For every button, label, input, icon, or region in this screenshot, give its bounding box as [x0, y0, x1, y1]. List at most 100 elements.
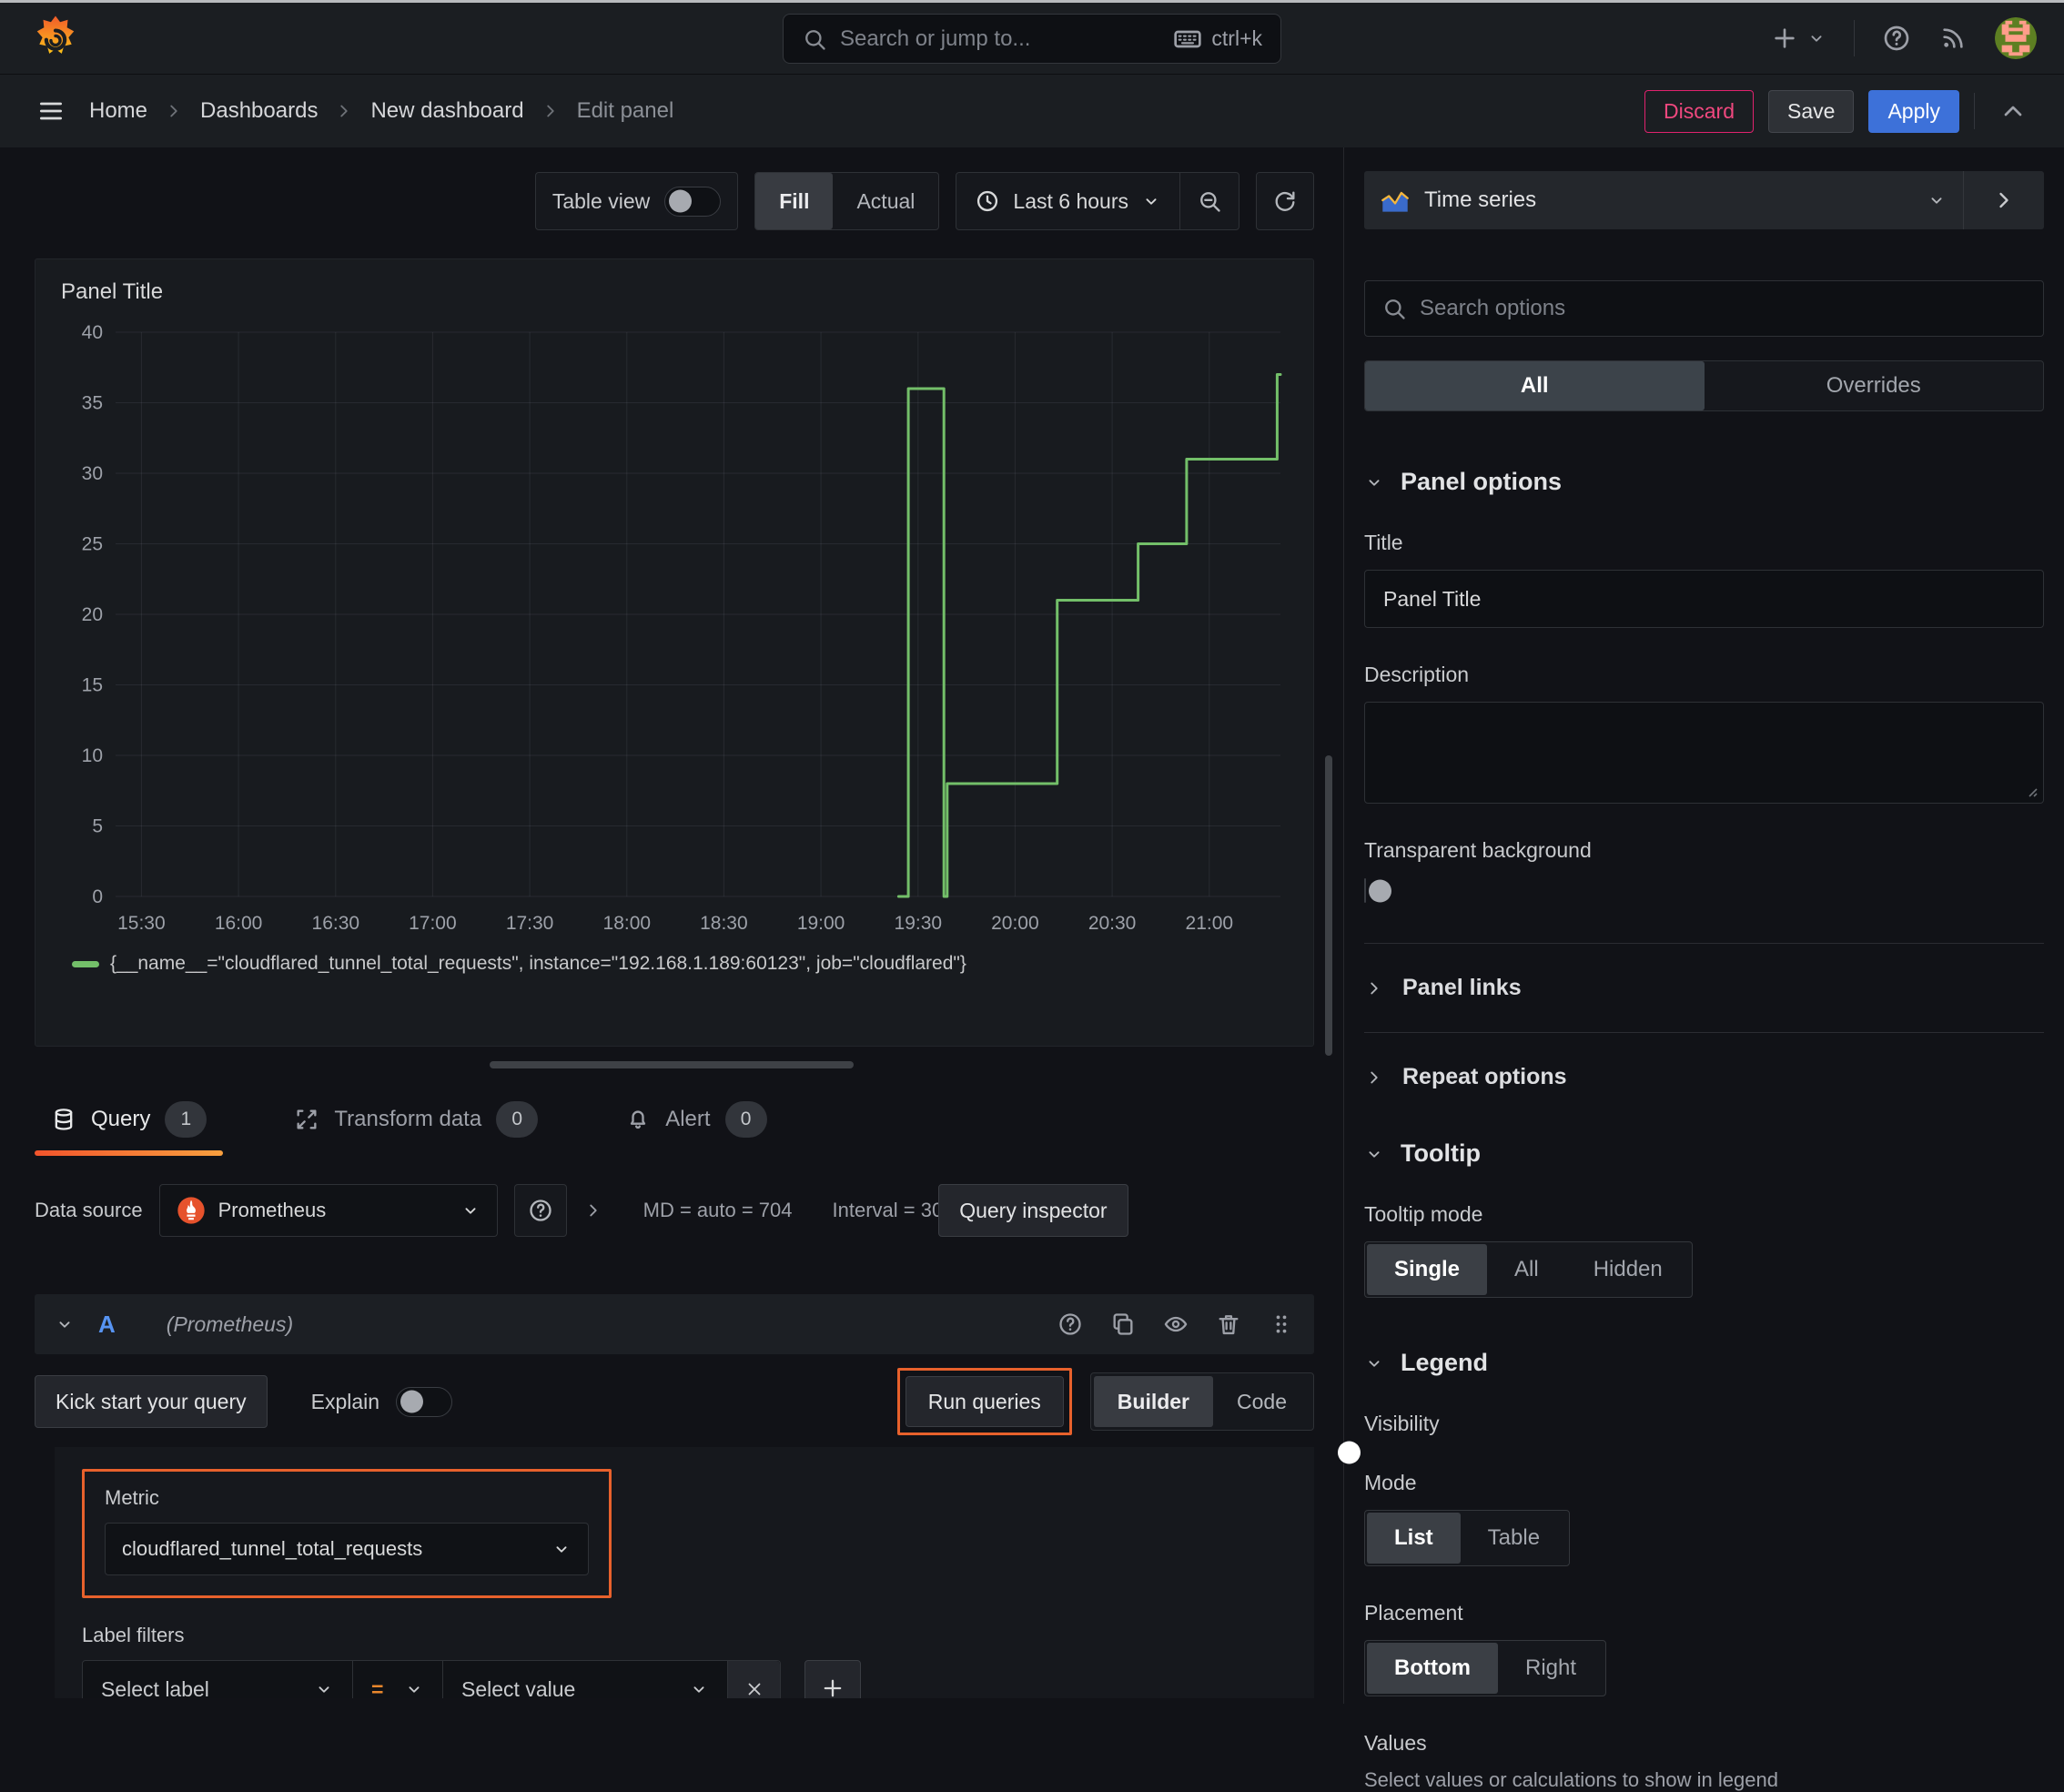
- query-header-row[interactable]: A (Prometheus): [35, 1294, 1314, 1354]
- operator-dropdown[interactable]: =: [353, 1661, 442, 1698]
- chevron-down-icon: [693, 1686, 704, 1693]
- interval-value: Interval = 30s: [832, 1199, 954, 1221]
- options-tabs: All Overrides: [1364, 360, 2044, 411]
- viz-type-select[interactable]: Time series: [1364, 171, 1963, 229]
- legend-series-name[interactable]: {__name__="cloudflared_tunnel_total_requ…: [110, 953, 966, 975]
- svg-text:0: 0: [92, 886, 103, 907]
- grafana-logo-icon[interactable]: [31, 14, 80, 63]
- code-option[interactable]: Code: [1213, 1376, 1310, 1427]
- apply-button[interactable]: Apply: [1868, 89, 1959, 133]
- chevron-right-icon[interactable]: [583, 1200, 603, 1220]
- legend-placement-bottom[interactable]: Bottom: [1367, 1643, 1498, 1694]
- svg-text:19:30: 19:30: [895, 913, 943, 934]
- delete-query-trash-icon[interactable]: [1216, 1311, 1241, 1337]
- chevron-down-icon[interactable]: [55, 1314, 75, 1334]
- svg-text:35: 35: [82, 393, 103, 414]
- options-search-input[interactable]: [1420, 296, 2027, 321]
- builder-code-segmented: Builder Code: [1089, 1372, 1314, 1431]
- description-textarea[interactable]: [1364, 702, 2044, 804]
- menu-toggle-button[interactable]: [36, 96, 66, 126]
- table-view-toggle[interactable]: [664, 186, 722, 217]
- repeat-options-section[interactable]: Repeat options: [1364, 1064, 2044, 1090]
- legend-mode-list[interactable]: List: [1367, 1513, 1461, 1564]
- save-button[interactable]: Save: [1768, 89, 1855, 133]
- global-search-input[interactable]: [840, 25, 1174, 52]
- options-search[interactable]: [1364, 280, 2044, 337]
- new-dropdown[interactable]: [1770, 24, 1826, 53]
- explain-control: Explain: [311, 1386, 453, 1417]
- drag-handle-icon[interactable]: [1269, 1311, 1294, 1337]
- chevron-down-icon: [1146, 198, 1157, 205]
- operator-value: =: [371, 1676, 384, 1699]
- zoom-out-button[interactable]: [1180, 173, 1239, 229]
- duplicate-icon[interactable]: [1110, 1311, 1136, 1337]
- breadcrumb-new-dashboard[interactable]: New dashboard: [370, 98, 523, 124]
- legend-mode-label: Mode: [1364, 1471, 1417, 1494]
- query-header-actions: [1057, 1311, 1294, 1337]
- breadcrumb-home[interactable]: Home: [89, 98, 147, 124]
- panel-title-input[interactable]: [1364, 570, 2044, 628]
- avatar[interactable]: [1995, 17, 2037, 59]
- time-range-picker[interactable]: Last 6 hours: [956, 173, 1179, 229]
- tab-transform-data[interactable]: Transform data 0: [278, 1083, 554, 1156]
- tooltip-section-header[interactable]: Tooltip: [1364, 1139, 2044, 1168]
- query-inspector-button[interactable]: Query inspector: [938, 1184, 1128, 1237]
- vertical-scrollbar[interactable]: [1325, 755, 1332, 1056]
- actual-option[interactable]: Actual: [833, 173, 938, 229]
- kick-start-query-button[interactable]: Kick start your query: [35, 1375, 268, 1428]
- tab-query[interactable]: Query 1: [35, 1083, 224, 1156]
- select-label-dropdown[interactable]: Select label: [83, 1661, 352, 1698]
- fill-option[interactable]: Fill: [755, 173, 834, 229]
- toggle-viz-picker-button[interactable]: [1964, 171, 2044, 229]
- explain-toggle[interactable]: [396, 1386, 453, 1417]
- plus-icon: [1775, 28, 1795, 48]
- breadcrumb: Home Dashboards New dashboard Edit panel: [89, 98, 673, 124]
- panel-links-section[interactable]: Panel links: [1364, 975, 2044, 1001]
- tab-overrides[interactable]: Overrides: [1705, 361, 2044, 410]
- legend-placement-segmented: Bottom Right: [1364, 1640, 1607, 1696]
- global-search[interactable]: ctrl+k: [783, 14, 1281, 64]
- resize-handle-icon[interactable]: [2024, 784, 2039, 798]
- horizontal-scrollbar[interactable]: [490, 1061, 854, 1068]
- query-editor-card: A (Prometheus) Kick start your query Exp…: [35, 1294, 1314, 1698]
- select-value-placeholder: Select value: [461, 1676, 576, 1699]
- grafana-edit-panel-page: { "topbar": { "search_placeholder": "Sea…: [0, 0, 2064, 1791]
- transparent-background-toggle[interactable]: [1364, 878, 1391, 903]
- add-filter-button[interactable]: [804, 1660, 861, 1698]
- help-icon[interactable]: [1882, 24, 1911, 53]
- legend-section-header[interactable]: Legend: [1364, 1349, 2044, 1377]
- tooltip-mode-all[interactable]: All: [1487, 1244, 1566, 1295]
- svg-text:17:30: 17:30: [506, 913, 554, 934]
- breadcrumb-bar: Home Dashboards New dashboard Edit panel…: [0, 75, 2064, 147]
- news-icon[interactable]: [1938, 24, 1968, 53]
- svg-text:40: 40: [82, 323, 103, 343]
- builder-option[interactable]: Builder: [1093, 1376, 1214, 1427]
- select-value-dropdown[interactable]: Select value: [443, 1661, 727, 1698]
- tab-query-label: Query: [91, 1107, 151, 1131]
- tab-alert[interactable]: Alert 0: [609, 1083, 783, 1156]
- datasource-help-button[interactable]: [513, 1184, 567, 1237]
- legend-mode-table[interactable]: Table: [1461, 1513, 1567, 1564]
- tooltip-mode-single[interactable]: Single: [1367, 1244, 1488, 1295]
- svg-text:17:00: 17:00: [409, 913, 457, 934]
- breadcrumb-dashboards[interactable]: Dashboards: [200, 98, 318, 124]
- legend-placement-right[interactable]: Right: [1498, 1643, 1604, 1694]
- run-queries-button[interactable]: Run queries: [905, 1376, 1064, 1427]
- tooltip-mode-hidden[interactable]: Hidden: [1566, 1244, 1690, 1295]
- remove-filter-button[interactable]: [727, 1661, 780, 1698]
- svg-text:15: 15: [82, 675, 103, 696]
- metric-select[interactable]: cloudflared_tunnel_total_requests: [105, 1523, 589, 1575]
- tab-all-options[interactable]: All: [1365, 361, 1705, 410]
- panel-options-section-header[interactable]: Panel options: [1364, 468, 2044, 496]
- query-help-icon[interactable]: [1057, 1311, 1083, 1337]
- refresh-button[interactable]: [1256, 172, 1314, 230]
- svg-text:25: 25: [82, 534, 103, 555]
- visualization-picker: Time series: [1364, 171, 2044, 229]
- datasource-picker[interactable]: Prometheus: [158, 1184, 498, 1237]
- edit-actions: Discard Save Apply: [1644, 89, 2028, 133]
- svg-text:21:00: 21:00: [1186, 913, 1234, 934]
- legend-series-swatch[interactable]: [72, 960, 99, 967]
- hide-response-eye-icon[interactable]: [1163, 1311, 1189, 1337]
- collapse-options-button[interactable]: [1998, 96, 2028, 126]
- discard-button[interactable]: Discard: [1644, 89, 1755, 133]
